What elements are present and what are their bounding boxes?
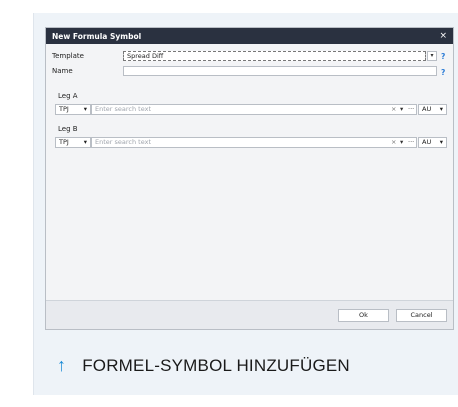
dialog-title: New Formula Symbol: [52, 31, 142, 41]
leg-b-search-dropdown-icon[interactable]: ▾: [400, 138, 403, 146]
chevron-down-icon: ▾: [83, 138, 87, 146]
new-formula-symbol-dialog: New Formula Symbol × Template Spread Dif…: [45, 27, 454, 330]
leg-a-exchange-value: TPJ: [59, 105, 69, 113]
name-input[interactable]: [123, 66, 437, 76]
leg-b-more-icon[interactable]: ···: [408, 138, 414, 146]
leg-b-search-input[interactable]: Enter search text: [91, 137, 417, 148]
leg-b-unit-value: AU: [422, 138, 432, 146]
name-help-icon[interactable]: ?: [441, 68, 445, 77]
leg-a-unit-select[interactable]: AU ▾: [418, 104, 447, 115]
name-label: Name: [52, 67, 73, 75]
chevron-down-icon: ▾: [439, 138, 443, 146]
caption-text: FORMEL-SYMBOL HINZUFÜGEN: [82, 355, 350, 375]
leg-b-exchange-select[interactable]: TPJ ▾: [55, 137, 91, 148]
template-dropdown-icon[interactable]: ▾: [427, 51, 437, 61]
template-help-icon[interactable]: ?: [441, 52, 445, 61]
ok-button[interactable]: Ok: [338, 309, 389, 322]
leg-b-clear-icon[interactable]: ×: [391, 138, 396, 146]
leg-a-unit-value: AU: [422, 105, 432, 113]
leg-a-search-dropdown-icon[interactable]: ▾: [400, 105, 403, 113]
close-icon[interactable]: ×: [439, 31, 447, 41]
leg-a-search-input[interactable]: Enter search text: [91, 104, 417, 115]
chevron-down-icon: ▾: [439, 105, 443, 113]
leg-b-exchange-value: TPJ: [59, 138, 69, 146]
leg-a-clear-icon[interactable]: ×: [391, 105, 396, 113]
leg-b-unit-select[interactable]: AU ▾: [418, 137, 447, 148]
leg-a-exchange-select[interactable]: TPJ ▾: [55, 104, 91, 115]
leg-a-more-icon[interactable]: ···: [408, 105, 414, 113]
chevron-down-icon: ▾: [83, 105, 87, 113]
leg-b-label: Leg B: [58, 125, 78, 133]
dialog-titlebar: New Formula Symbol ×: [46, 28, 453, 44]
cancel-button[interactable]: Cancel: [396, 309, 447, 322]
template-select[interactable]: Spread Diff: [123, 51, 426, 61]
template-label: Template: [52, 52, 84, 60]
leg-a-label: Leg A: [58, 92, 78, 100]
caption: ↑ FORMEL-SYMBOL HINZUFÜGEN: [57, 355, 350, 376]
arrow-up-icon: ↑: [57, 355, 67, 375]
dialog-footer: Ok Cancel: [46, 300, 453, 329]
